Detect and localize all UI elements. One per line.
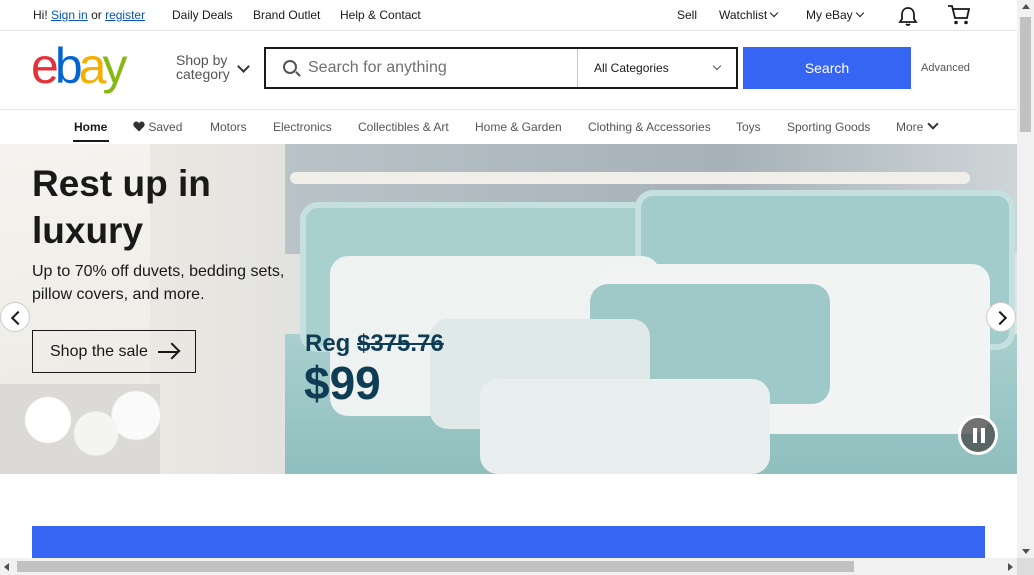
search-button[interactable]: Search	[743, 47, 911, 89]
vertical-scroll-thumb[interactable]	[1020, 17, 1031, 132]
nav-item-more[interactable]: More	[896, 118, 940, 134]
heart-icon	[133, 121, 145, 132]
advanced-search-link[interactable]: Advanced	[921, 62, 970, 74]
main-header: ebay Shop by category All Categories Sea…	[0, 31, 1017, 110]
hero-carousel: Rest up in luxury Up to 70% off duvets, …	[0, 144, 1017, 474]
nav-item-home[interactable]: Home	[74, 120, 107, 134]
scroll-left-icon[interactable]	[4, 563, 9, 571]
cart-icon[interactable]	[947, 4, 971, 26]
chevron-down-icon	[712, 61, 722, 71]
shop-the-sale-label: Shop the sale	[50, 342, 148, 360]
nav-item-sporting-goods[interactable]: Sporting Goods	[787, 120, 870, 134]
shop-the-sale-button[interactable]: Shop the sale	[32, 330, 196, 373]
bell-icon[interactable]	[897, 5, 919, 27]
logo-letter: a	[78, 38, 107, 94]
scroll-down-icon[interactable]	[1022, 549, 1030, 554]
regular-price-label: Reg	[305, 330, 351, 357]
scroll-right-icon[interactable]	[1008, 563, 1013, 571]
category-select-value: All Categories	[594, 61, 669, 75]
carousel-next-button[interactable]	[986, 302, 1016, 332]
search-icon	[283, 60, 297, 74]
horizontal-scrollbar[interactable]	[0, 558, 1017, 575]
hero-subtitle: Up to 70% off duvets, bedding sets, pill…	[32, 263, 285, 303]
sign-in-link[interactable]: Sign in	[51, 8, 88, 22]
nav-item-electronics[interactable]: Electronics	[273, 120, 332, 134]
my-ebay-label: My eBay	[806, 8, 853, 22]
watchlist-menu[interactable]: Watchlist	[719, 8, 779, 22]
nav-item-clothing[interactable]: Clothing & Accessories	[588, 120, 711, 134]
chevron-down-icon	[927, 118, 940, 130]
chevron-down-icon[interactable]	[237, 60, 250, 73]
regular-price: Reg $375.76	[305, 330, 444, 358]
search-input[interactable]	[308, 58, 568, 78]
promo-banner[interactable]	[32, 526, 985, 558]
sale-price: $99	[304, 357, 381, 409]
daily-deals-link[interactable]: Daily Deals	[172, 8, 233, 22]
top-utility-bar: Hi! Sign in or register Daily Deals Bran…	[0, 0, 1017, 31]
chevron-down-icon	[855, 8, 864, 18]
nav-item-home-garden[interactable]: Home & Garden	[475, 120, 562, 134]
vertical-scrollbar[interactable]	[1017, 0, 1034, 558]
nav-item-saved[interactable]: Saved	[133, 120, 182, 134]
horizontal-scroll-thumb[interactable]	[17, 561, 854, 572]
watchlist-label: Watchlist	[719, 8, 768, 22]
logo-letter: y	[102, 38, 127, 94]
search-box: All Categories	[264, 47, 738, 89]
nav-item-saved-label: Saved	[148, 120, 183, 134]
arrow-right-icon	[158, 351, 178, 353]
greeting: Hi! Sign in or register	[33, 8, 145, 22]
scroll-up-icon[interactable]	[1022, 4, 1030, 9]
shop-by-category-button[interactable]: Shop by category	[176, 53, 230, 81]
sell-link[interactable]: Sell	[677, 8, 697, 22]
my-ebay-menu[interactable]: My eBay	[806, 8, 864, 22]
chevron-down-icon	[769, 8, 779, 18]
regular-price-value: $375.76	[357, 330, 444, 357]
carousel-prev-button[interactable]	[0, 302, 30, 332]
shop-by-category-line1: Shop by	[176, 52, 228, 68]
nav-item-motors[interactable]: Motors	[210, 120, 247, 134]
nav-item-collectibles[interactable]: Collectibles & Art	[358, 120, 449, 134]
register-link[interactable]: register	[105, 8, 145, 22]
help-contact-link[interactable]: Help & Contact	[340, 8, 421, 22]
logo-letter: b	[54, 38, 83, 94]
category-select[interactable]: All Categories	[577, 49, 738, 87]
hero-bed-frame	[290, 172, 970, 184]
or-text: or	[91, 8, 102, 22]
greeting-text: Hi!	[33, 8, 48, 22]
brand-outlet-link[interactable]: Brand Outlet	[253, 8, 320, 22]
nav-item-more-label: More	[896, 120, 924, 134]
category-nav: Home Saved Motors Electronics Collectibl…	[0, 110, 1017, 144]
hero-pillow	[480, 379, 770, 474]
logo-letter: e	[31, 38, 59, 94]
active-tab-indicator	[73, 140, 109, 142]
ebay-logo[interactable]: ebay	[31, 38, 127, 94]
scrollbar-corner	[1017, 558, 1034, 575]
shop-by-category-line2: category	[176, 66, 230, 82]
hero-title: Rest up in luxury	[32, 163, 211, 251]
hero-flowers	[0, 384, 160, 474]
pause-icon[interactable]	[958, 415, 998, 455]
nav-item-toys[interactable]: Toys	[736, 120, 761, 134]
